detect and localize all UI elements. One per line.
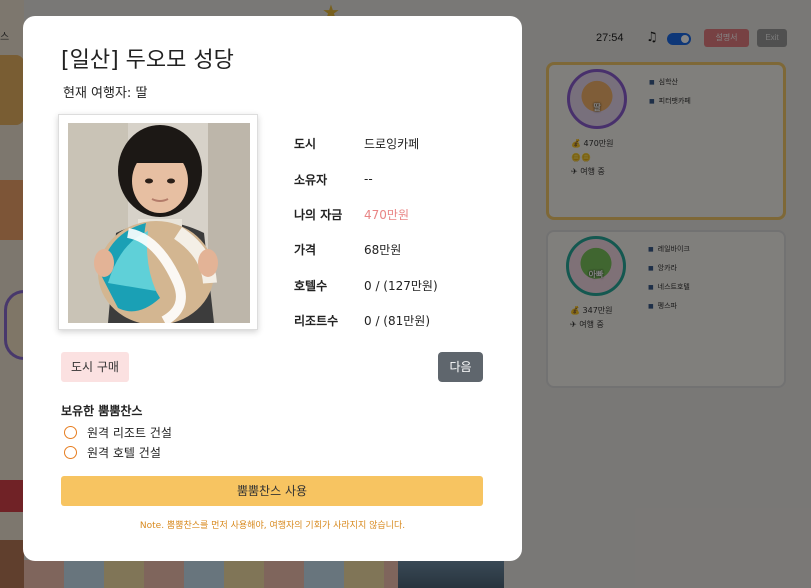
info-label: 가격 bbox=[294, 243, 317, 258]
chance-section-title: 보유한 뿜뿜찬스 bbox=[61, 404, 143, 418]
chance-option-remote-hotel[interactable]: 원격 호텔 건설 bbox=[64, 444, 161, 461]
info-label: 도시 bbox=[294, 137, 317, 152]
info-label: 호텔수 bbox=[294, 278, 328, 293]
next-button[interactable]: 다음 bbox=[438, 352, 483, 382]
buy-city-button[interactable]: 도시 구매 bbox=[61, 352, 129, 382]
info-row-price: 가격 68만원 bbox=[294, 232, 438, 267]
info-label: 소유자 bbox=[294, 172, 328, 187]
info-row-city: 도시 드로잉카페 bbox=[294, 126, 438, 161]
info-row-owner: 소유자 -- bbox=[294, 161, 438, 196]
use-chance-button[interactable]: 뿜뿜찬스 사용 bbox=[61, 476, 483, 506]
chance-option-label: 원격 호텔 건설 bbox=[87, 446, 161, 460]
city-photo bbox=[68, 123, 250, 323]
radio-button[interactable] bbox=[64, 446, 77, 459]
current-traveler: 현재 여행자: 딸 bbox=[63, 86, 148, 101]
chance-note: Note. 뿜뿜찬스를 먼저 사용해야, 여행자의 기회가 사라지지 않습니다. bbox=[139, 521, 406, 531]
radio-button[interactable] bbox=[64, 426, 77, 439]
info-row-my-funds: 나의 자금 470만원 bbox=[294, 197, 438, 232]
info-value: 0 / (127만원) bbox=[364, 278, 438, 293]
info-row-hotels: 호텔수 0 / (127만원) bbox=[294, 268, 438, 303]
city-photo-illustration bbox=[68, 123, 250, 323]
city-info-table: 도시 드로잉카페 소유자 -- 나의 자금 470만원 가격 68만원 호텔수 … bbox=[294, 126, 438, 338]
info-value: -- bbox=[364, 172, 373, 187]
info-row-resorts: 리조트수 0 / (81만원) bbox=[294, 303, 438, 338]
chance-option-remote-resort[interactable]: 원격 리조트 건설 bbox=[64, 424, 172, 441]
info-value-money: 470만원 bbox=[364, 207, 409, 222]
info-value: 68만원 bbox=[364, 243, 402, 258]
city-photo-frame bbox=[58, 114, 258, 330]
modal-title: [일산] 두오모 성당 bbox=[61, 48, 234, 73]
info-label: 나의 자금 bbox=[294, 207, 343, 222]
info-label: 리조트수 bbox=[294, 314, 339, 329]
chance-option-label: 원격 리조트 건설 bbox=[87, 426, 172, 440]
info-value: 0 / (81만원) bbox=[364, 314, 431, 329]
city-purchase-modal: [일산] 두오모 성당 현재 여행자: 딸 도시 드로잉카페 소유자 -- 나의… bbox=[23, 16, 522, 561]
info-value: 드로잉카페 bbox=[364, 137, 420, 152]
